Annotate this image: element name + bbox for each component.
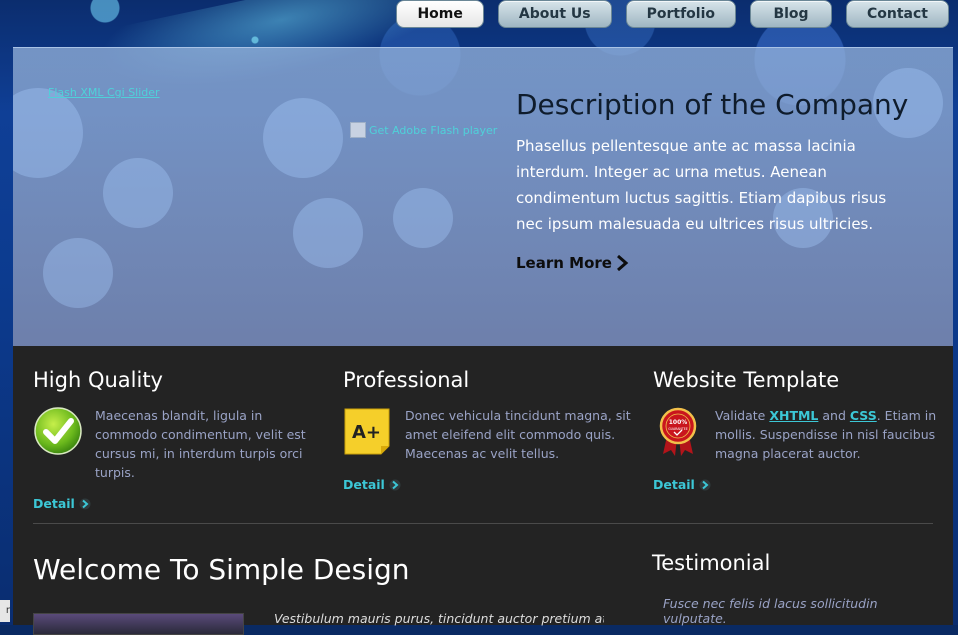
xhtml-link[interactable]: XHTML	[769, 408, 818, 423]
feature-text: Maecenas blandit, ligula in commodo cond…	[95, 408, 306, 480]
double-chevron-icon	[389, 479, 401, 490]
feature-text: Validate XHTML and CSS. Etiam in mollis.…	[715, 406, 943, 463]
nav-home[interactable]: Home	[396, 0, 484, 28]
main-nav: Home About Us Portfolio Blog Contact	[396, 0, 949, 28]
content-area: High Quality Maecenas blandit, ligula in…	[13, 346, 953, 635]
svg-text:GUARANTEE: GUARANTEE	[668, 427, 688, 431]
svg-text:100%: 100%	[669, 419, 688, 426]
welcome-thumbnail	[33, 613, 244, 635]
detail-link[interactable]: Detail	[343, 477, 633, 492]
feature-title: Professional	[343, 368, 470, 392]
flash-player-image[interactable]: Get Adobe Flash player	[350, 122, 497, 138]
chevron-right-icon	[616, 255, 629, 271]
flash-slider-link[interactable]: Flash XML Cgi Slider	[48, 86, 160, 99]
feature-high-quality: High Quality Maecenas blandit, ligula in…	[33, 368, 323, 511]
feature-website-template: Website Template 100% GUARANTEE Validate…	[653, 368, 943, 492]
testimonial-title: Testimonial	[652, 551, 771, 575]
detail-link[interactable]: Detail	[653, 477, 943, 492]
checkmark-icon	[34, 407, 82, 455]
feature-text-part: Validate	[715, 408, 770, 423]
detail-label: Detail	[653, 477, 695, 492]
feature-title: High Quality	[33, 368, 163, 392]
guarantee-badge-icon: 100% GUARANTEE	[659, 407, 697, 456]
testimonial-text: Fusce nec felis id lacus sollicitudin vu…	[663, 596, 878, 626]
nav-portfolio[interactable]: Portfolio	[625, 0, 736, 28]
welcome-title: Welcome To Simple Design	[33, 553, 410, 586]
double-chevron-icon	[699, 479, 711, 490]
flash-player-alt-text: Get Adobe Flash player	[369, 123, 498, 137]
welcome-text: Vestibulum mauris purus, tincidunt aucto…	[274, 611, 604, 626]
bokeh-bubble	[393, 188, 453, 248]
nav-blog[interactable]: Blog	[750, 0, 832, 28]
bokeh-bubble	[263, 98, 343, 178]
section-divider	[33, 523, 933, 524]
side-tab[interactable]: r	[0, 600, 10, 622]
bokeh-bubble	[103, 158, 173, 228]
css-link[interactable]: CSS	[850, 408, 877, 423]
hero-banner: Flash XML Cgi Slider Get Adobe Flash pla…	[13, 47, 953, 346]
learn-more-link[interactable]: Learn More	[516, 254, 629, 272]
detail-label: Detail	[343, 477, 385, 492]
feature-title: Website Template	[653, 368, 840, 392]
learn-more-label: Learn More	[516, 254, 612, 272]
feature-text-part: and	[818, 408, 850, 423]
a-plus-note-icon: A+	[344, 408, 390, 455]
detail-label: Detail	[33, 496, 75, 511]
feature-professional: Professional A+ Donec vehicula tincidunt…	[343, 368, 633, 492]
bokeh-bubble	[13, 88, 83, 178]
nav-about-us[interactable]: About Us	[497, 0, 612, 28]
detail-link[interactable]: Detail	[33, 496, 323, 511]
nav-contact[interactable]: Contact	[846, 0, 949, 28]
bokeh-bubble	[43, 238, 113, 308]
broken-image-icon	[350, 122, 366, 138]
svg-text:A+: A+	[352, 422, 381, 443]
bokeh-bubble	[293, 198, 363, 268]
hero-description: Phasellus pellentesque ante ac massa lac…	[516, 137, 887, 233]
hero-title: Description of the Company	[516, 88, 909, 121]
double-chevron-icon	[79, 498, 91, 509]
feature-text: Donec vehicula tincidunt magna, sit amet…	[405, 408, 631, 461]
